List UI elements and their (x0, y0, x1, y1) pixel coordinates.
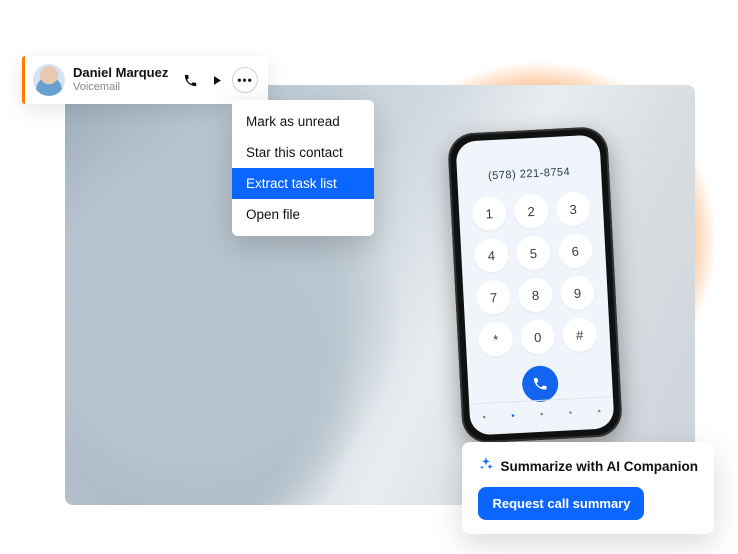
voicemail-card: Daniel Marquez Voicemail ••• (22, 56, 268, 104)
sparkle-icon (478, 456, 494, 477)
play-icon (209, 73, 224, 88)
dialer-key: 9 (560, 275, 596, 311)
dialer-key: 4 (474, 237, 510, 273)
voicemail-label: Voicemail (73, 81, 174, 94)
call-back-button[interactable] (180, 70, 200, 90)
phone-icon (532, 375, 549, 392)
dialer-number: (578) 221-8754 (488, 166, 571, 182)
ai-companion-card: Summarize with AI Companion Request call… (462, 442, 714, 534)
dialer-keypad: 1 2 3 4 5 6 7 8 9 * 0 # (471, 191, 597, 357)
dialer-key: 2 (513, 193, 549, 229)
request-call-summary-button[interactable]: Request call summary (478, 487, 644, 520)
voicemail-more-menu: Mark as unread Star this contact Extract… (232, 100, 374, 236)
menu-item-star-contact[interactable]: Star this contact (232, 137, 374, 168)
phone-mockup: (578) 221-8754 1 2 3 4 5 6 7 8 9 * 0 # ●… (447, 126, 623, 444)
dialer-key: 7 (476, 279, 512, 315)
dialer-key: 1 (471, 195, 507, 231)
dialer-key: 8 (518, 277, 554, 313)
dialer-key: * (478, 321, 514, 357)
more-menu-button[interactable]: ••• (232, 67, 258, 93)
avatar (33, 64, 65, 96)
phone-bottom-tabs: ●●●●● (469, 396, 614, 431)
dialer-call-button (521, 365, 559, 403)
dialer-key: 0 (520, 319, 556, 355)
dialer-key: 5 (515, 235, 551, 271)
menu-item-mark-unread[interactable]: Mark as unread (232, 106, 374, 137)
ai-card-title: Summarize with AI Companion (500, 459, 698, 474)
menu-item-extract-task-list[interactable]: Extract task list (232, 168, 374, 199)
dialer-key: # (562, 317, 598, 353)
dialer-key: 6 (557, 233, 593, 269)
play-button[interactable] (206, 70, 226, 90)
menu-item-open-file[interactable]: Open file (232, 199, 374, 230)
accent-bar (22, 56, 25, 104)
contact-name: Daniel Marquez (73, 66, 174, 81)
dialer-key: 3 (555, 191, 591, 227)
phone-icon (183, 73, 198, 88)
